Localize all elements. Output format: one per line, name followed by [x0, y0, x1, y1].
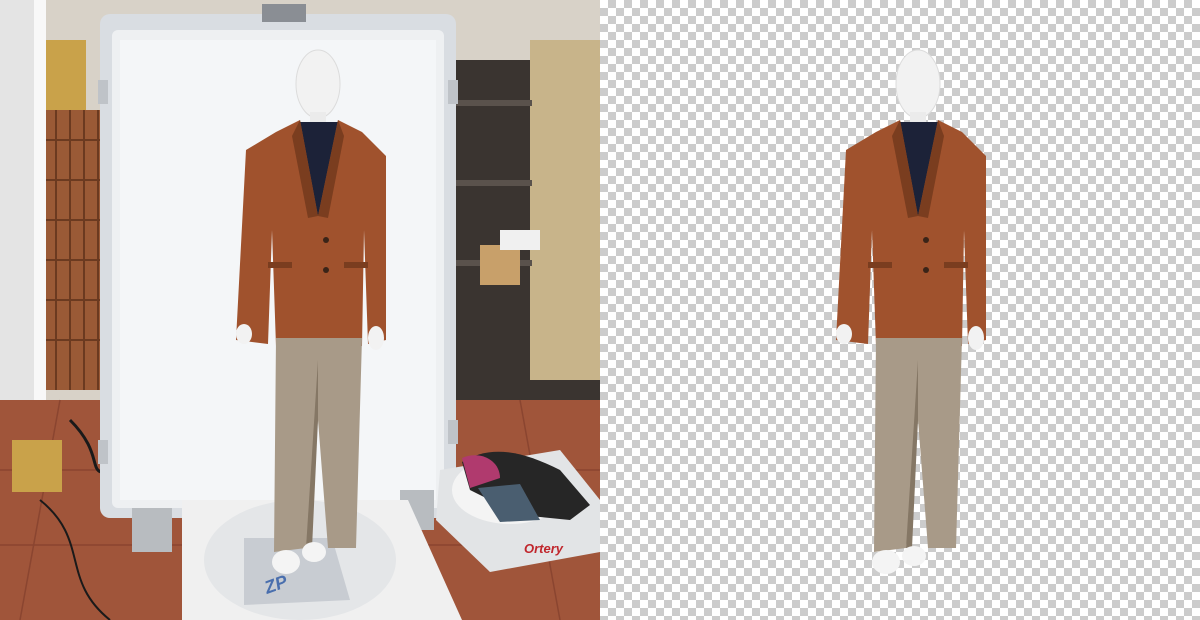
wall-box — [46, 40, 86, 110]
mannequin-head — [295, 49, 341, 119]
cardboard-stack — [530, 40, 600, 380]
studio-scene: ZP Ortery — [0, 0, 600, 620]
lightbox-mount — [262, 4, 306, 22]
mannequin-hand-left — [236, 324, 252, 344]
original-photo-panel: ZP Ortery — [0, 0, 600, 620]
mannequin-hand-right — [368, 326, 384, 350]
platform-brand-label: Ortery — [524, 541, 564, 556]
cutout-mannequin-head — [895, 49, 941, 119]
before-after-comparison: ZP Ortery — [0, 0, 1200, 620]
cutout-hand-left — [836, 324, 852, 344]
cutout-hand-right — [968, 326, 984, 350]
cutout-panel-transparent-background — [600, 0, 1200, 620]
cutout-mannequin — [836, 49, 986, 574]
cardboard-box — [12, 440, 62, 492]
cutout-scene — [836, 49, 986, 574]
